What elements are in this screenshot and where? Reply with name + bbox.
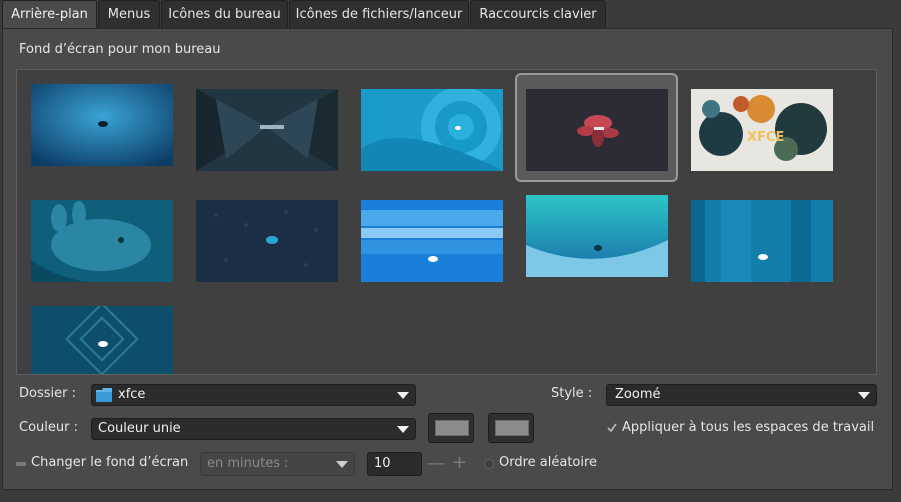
- wallpaper-blue-squares[interactable]: [31, 306, 173, 374]
- color-value: Couleur unie: [98, 421, 181, 436]
- interval-spin-input[interactable]: 10: [367, 452, 422, 476]
- plus-icon[interactable]: +: [452, 454, 467, 472]
- wallpaper-blue-bars[interactable]: [691, 200, 833, 282]
- minus-icon[interactable]: —: [427, 455, 445, 473]
- random-order-checkbox[interactable]: [484, 459, 494, 469]
- color-combo[interactable]: Couleur unie: [91, 418, 416, 440]
- wallpaper-dark-pattern[interactable]: [196, 200, 338, 282]
- chevron-down-icon: [397, 392, 409, 399]
- secondary-color-swatch: [495, 420, 529, 436]
- color-label: Couleur :: [19, 420, 78, 435]
- wallpaper-dark-flower[interactable]: [526, 89, 668, 171]
- tab-menus[interactable]: Menus: [98, 0, 160, 28]
- style-combo[interactable]: Zoomé: [606, 384, 877, 406]
- wallpaper-dark-butterfly[interactable]: [196, 89, 338, 171]
- wallpaper-blue-gradient[interactable]: [31, 84, 173, 166]
- primary-color-button[interactable]: [428, 413, 474, 443]
- folder-icon: [96, 388, 112, 402]
- tab-file-launcher-icons[interactable]: Icônes de fichiers/lanceur: [289, 0, 469, 28]
- apply-all-checkbox[interactable]: [607, 423, 617, 433]
- interval-unit-value: en minutes :: [207, 456, 289, 471]
- change-bg-checkbox[interactable]: [16, 459, 26, 469]
- panel-bottom-strip: [0, 490, 901, 502]
- tab-keyboard-shortcuts[interactable]: Raccourcis clavier: [470, 0, 606, 28]
- interval-unit-combo[interactable]: en minutes :: [200, 452, 355, 476]
- change-bg-label: Changer le fond d’écran: [31, 455, 189, 470]
- tab-bar: Arrière-plan Menus Icônes du bureau Icôn…: [0, 0, 901, 29]
- folder-label: Dossier :: [19, 386, 76, 401]
- chevron-down-icon: [336, 461, 348, 468]
- folder-value: xfce: [118, 387, 146, 402]
- wallpaper-blue-stripes[interactable]: [361, 200, 503, 282]
- tab-background[interactable]: Arrière-plan: [2, 0, 97, 29]
- interval-value: 10: [374, 456, 391, 471]
- primary-color-swatch: [435, 420, 469, 436]
- folder-combo[interactable]: xfce: [91, 384, 416, 406]
- secondary-color-button[interactable]: [488, 413, 534, 443]
- xfce-text: XFCE: [747, 130, 784, 145]
- wallpaper-grid[interactable]: XFCE: [16, 69, 877, 375]
- chevron-down-icon: [858, 392, 870, 399]
- wallpaper-blue-spiral[interactable]: [361, 89, 503, 171]
- chevron-down-icon: [397, 426, 409, 433]
- style-label: Style :: [551, 386, 593, 401]
- apply-all-label: Appliquer à tous les espaces de travail: [622, 420, 875, 435]
- tab-desktop-icons[interactable]: Icônes du bureau: [161, 0, 288, 28]
- style-value: Zoomé: [615, 387, 661, 402]
- wallpaper-teal-wave[interactable]: [526, 195, 668, 277]
- wallpaper-mouse-mascot[interactable]: [31, 200, 173, 282]
- wallpaper-xfce-ink[interactable]: XFCE: [691, 89, 833, 171]
- section-title: Fond d’écran pour mon bureau: [19, 42, 221, 57]
- random-order-label: Ordre aléatoire: [499, 455, 598, 470]
